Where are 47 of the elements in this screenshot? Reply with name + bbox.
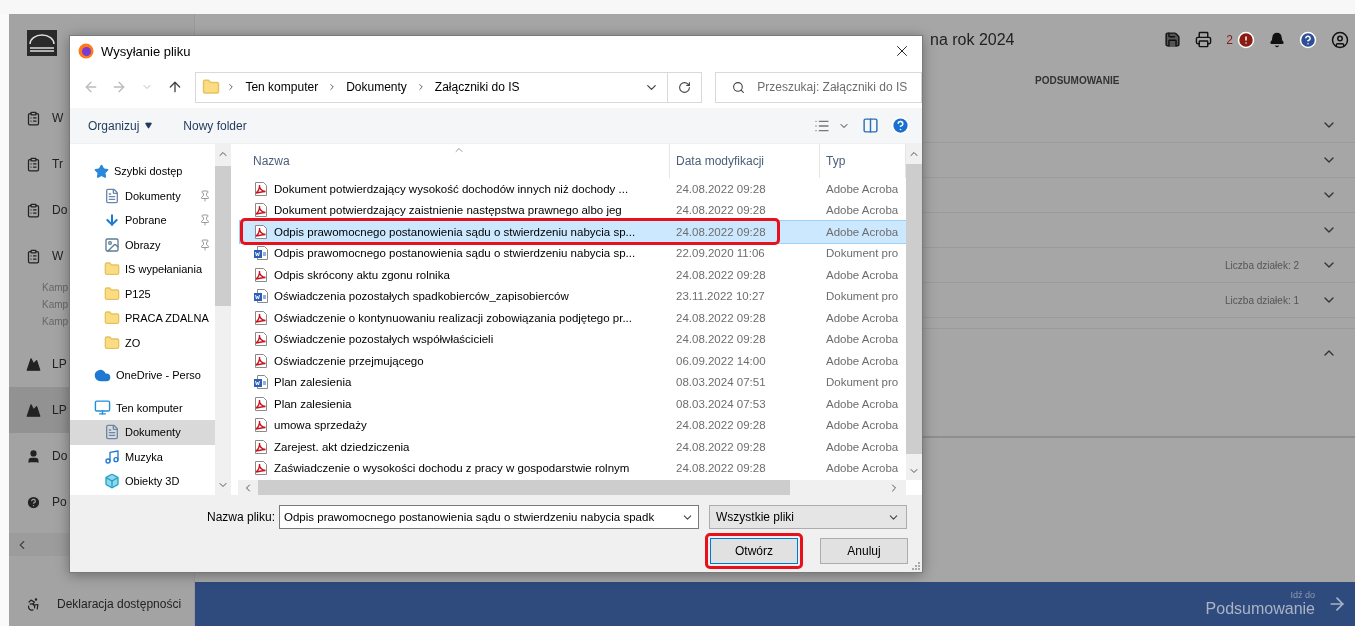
file-type: Adobe Acroba (825, 354, 900, 367)
modified-date: 22.09.2020 11:06 (675, 247, 766, 260)
modified-date: 24.08.2022 09:28 (675, 311, 767, 324)
modified-date: 24.08.2022 09:28 (675, 462, 767, 475)
file-type: Adobe Acroba (825, 397, 900, 410)
modified-date: 06.09.2022 14:00 (675, 354, 767, 367)
modified-date: 08.03.2024 07:51 (675, 376, 767, 389)
file-type: Adobe Acroba (825, 440, 900, 453)
modified-date: 24.08.2022 09:28 (675, 268, 767, 281)
file-name: Zaświadczenie o wysokości dochodu z pracy w gospodarstwie rolnym (240, 460, 670, 477)
modified-date: 24.08.2022 09:28 (675, 204, 767, 217)
file-name: Plan zalesienia (240, 374, 670, 391)
file-type: Adobe Acroba (825, 311, 900, 324)
modified-date: 23.11.2022 10:27 (675, 290, 766, 303)
file-name: Plan zalesienia (240, 395, 670, 412)
modified-date: 24.08.2022 09:28 (675, 419, 767, 432)
parcel-count: Liczba działek: 2 (1225, 259, 1299, 271)
modified-date: 08.03.2024 07:53 (675, 397, 767, 410)
file-name: Zarejest. akt dziedziczenia (240, 438, 670, 455)
modified-date: 24.08.2022 09:28 (675, 182, 767, 195)
file-type: Adobe Acroba (825, 225, 900, 238)
file-type: Dokument pro (825, 247, 900, 260)
parcel-count: Liczba działek: 1 (1225, 294, 1299, 306)
modified-date: 24.08.2022 09:28 (675, 225, 767, 238)
file-name: Odpis prawomocnego postanowienia sądu o stwierdzeniu nabycia sp... (240, 245, 670, 262)
file-name: Dokument potwierdzający zaistnienie następstwa prawnego albo jeg (240, 202, 670, 219)
file-type: Adobe Acroba (825, 182, 900, 195)
file-name-label: Nazwa pliku: (205, 510, 276, 524)
file-name: Oświadczenia pozostałych spadkobierców_zapisobierców (240, 288, 670, 305)
alert-count: 2 (1226, 32, 1233, 47)
file-name: Oświadczenie przejmującego (240, 352, 670, 369)
modified-date: 24.08.2022 09:28 (675, 440, 767, 453)
dialog-title: Wysyłanie pliku (101, 43, 191, 59)
file-name: Oświadczenie pozostałych współwłaścicieli (240, 331, 670, 348)
file-name: Odpis skrócony aktu zgonu rolnika (240, 266, 670, 283)
file-type: Dokument pro (825, 376, 900, 389)
page-title: na rok 2024 (930, 30, 1015, 49)
file-type: Adobe Acroba (825, 462, 900, 475)
file-type: Adobe Acroba (825, 268, 900, 281)
file-type: Adobe Acroba (825, 419, 900, 432)
file-name: Oświadczenie o kontynuowaniu realizacji zobowiązania podjętego pr... (240, 309, 670, 326)
file-name: Dokument potwierdzający wysokość dochodów innych niż dochody ... (240, 180, 670, 197)
file-type: Adobe Acroba (825, 204, 900, 217)
file-name: umowa sprzedaży (240, 417, 670, 434)
modified-date: 24.08.2022 09:28 (675, 333, 767, 346)
file-type: Adobe Acroba (825, 333, 900, 346)
file-type: Dokument pro (825, 290, 900, 303)
